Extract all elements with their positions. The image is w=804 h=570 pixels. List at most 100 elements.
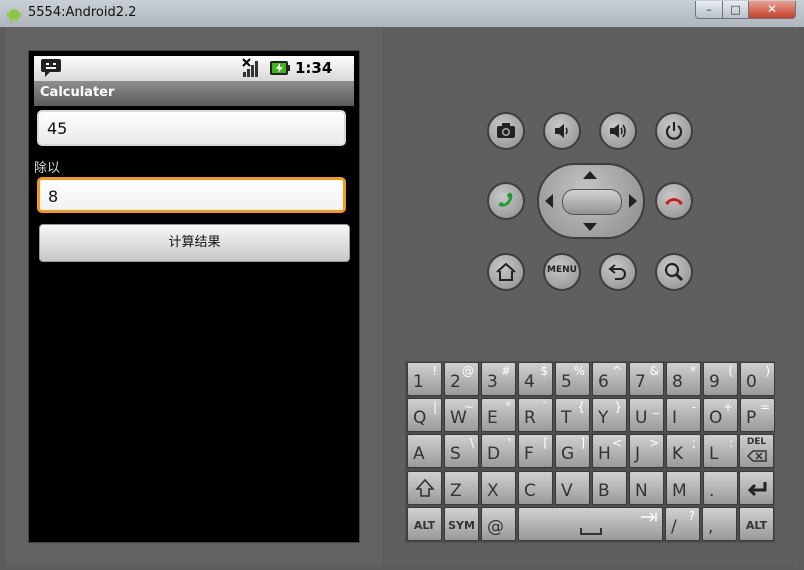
key-w[interactable]: W ~ — [444, 398, 479, 432]
key-alt-label: + — [722, 400, 733, 414]
key-label: 5 — [561, 372, 572, 392]
search-button[interactable] — [655, 253, 693, 291]
key-1[interactable]: 1! — [407, 362, 442, 396]
shift-key[interactable] — [407, 471, 442, 505]
maximize-button[interactable]: □ — [722, 1, 749, 19]
key-k[interactable]: K; — [666, 434, 701, 468]
end-call-button[interactable] — [655, 182, 693, 220]
key-label: T — [561, 408, 572, 428]
key-d[interactable]: D ' — [481, 434, 516, 468]
key-label: U — [635, 408, 648, 428]
key-8[interactable]: 8 * — [666, 362, 701, 396]
key-label: 2 — [450, 372, 461, 392]
app-title: Calculater — [40, 85, 115, 100]
dpad-center-button[interactable] — [562, 189, 622, 215]
key-p[interactable]: P = — [740, 398, 775, 432]
key-f[interactable]: F[ — [518, 434, 553, 468]
key-alt-label: { — [577, 400, 585, 414]
key-3[interactable]: 3 # — [481, 362, 516, 396]
key-2[interactable]: 2 @ — [444, 362, 479, 396]
key-z[interactable]: Z — [444, 471, 479, 505]
key-i[interactable]: I- — [666, 398, 701, 432]
key-label: R — [524, 408, 536, 428]
key-4[interactable]: 4 $ — [518, 362, 553, 396]
key-alt-label: & — [649, 364, 659, 378]
key-label: E — [487, 408, 498, 428]
key-e[interactable]: E " — [481, 398, 516, 432]
call-button[interactable] — [487, 182, 525, 220]
key-5[interactable]: 5% — [555, 362, 590, 396]
key-y[interactable]: Y} — [592, 398, 627, 432]
comma-key[interactable]: , — [702, 507, 737, 541]
key-c[interactable]: C — [518, 471, 553, 505]
key-9[interactable]: 9( — [703, 362, 738, 396]
key-label: 3 — [487, 372, 498, 392]
key-t[interactable]: T{ — [555, 398, 590, 432]
key-g[interactable]: G] — [555, 434, 590, 468]
key-l[interactable]: L: — [703, 434, 738, 468]
key-b[interactable]: B — [592, 471, 627, 505]
key-6[interactable]: 6 ^ — [592, 362, 627, 396]
key-v[interactable]: V — [555, 471, 590, 505]
key-0[interactable]: 0) — [740, 362, 775, 396]
key-n[interactable]: N — [629, 471, 664, 505]
first-number-field[interactable]: 45 — [37, 110, 346, 146]
key-r[interactable]: R ` — [518, 398, 553, 432]
volume-down-button[interactable] — [543, 112, 581, 150]
slash-key[interactable]: /? — [665, 507, 700, 541]
key-label: L — [709, 444, 719, 464]
power-button[interactable] — [655, 112, 693, 150]
shift-icon — [415, 478, 435, 497]
back-button[interactable] — [599, 253, 637, 291]
key-s[interactable]: S \ — [444, 434, 479, 468]
key-u[interactable]: U _ — [629, 398, 664, 432]
key-period[interactable]: . — [703, 471, 738, 505]
key-label: 4 — [524, 372, 535, 392]
key-q[interactable]: Q | — [407, 398, 442, 432]
camera-button[interactable] — [487, 112, 525, 150]
enter-key[interactable] — [739, 471, 774, 505]
key-x[interactable]: X — [481, 471, 516, 505]
key-alt-label: " — [505, 400, 511, 414]
android-icon — [7, 9, 21, 22]
key-label: Z — [450, 481, 462, 501]
key-label: B — [598, 481, 610, 501]
volume-up-icon — [610, 124, 626, 138]
at-key[interactable]: @ — [481, 507, 516, 541]
second-number-field[interactable]: 8 — [37, 177, 346, 213]
key-label: M — [672, 481, 687, 501]
key-alt-label: < — [611, 436, 622, 450]
camera-icon — [497, 123, 515, 138]
key-h[interactable]: H < — [592, 434, 627, 468]
volume-up-button[interactable] — [599, 112, 637, 150]
key-label: K — [672, 444, 684, 464]
dpad-down-icon[interactable] — [583, 223, 597, 231]
power-icon — [665, 122, 683, 140]
alt-left-key[interactable]: ALT — [407, 507, 442, 541]
key-o[interactable]: O + — [703, 398, 738, 432]
key-7[interactable]: 7 & — [629, 362, 664, 396]
key-m[interactable]: M — [666, 471, 701, 505]
key-j[interactable]: J > — [629, 434, 664, 468]
call-icon — [498, 192, 513, 207]
close-button[interactable]: ✕ — [748, 1, 796, 19]
close-icon: ✕ — [766, 2, 778, 16]
alt-right-key[interactable]: ALT — [739, 507, 774, 541]
dpad[interactable] — [537, 163, 645, 239]
delete-key[interactable]: DEL — [739, 434, 774, 468]
minimize-button[interactable]: – — [695, 1, 723, 19]
dpad-up-icon[interactable] — [583, 171, 597, 179]
key-label: F — [524, 444, 534, 464]
key-label: A — [413, 444, 425, 464]
space-key[interactable] — [518, 507, 663, 541]
dpad-right-icon[interactable] — [629, 194, 637, 208]
message-notification-icon — [41, 59, 61, 77]
key-a[interactable]: A — [407, 434, 442, 468]
menu-button[interactable]: MENU — [543, 253, 581, 291]
sym-key[interactable]: SYM — [444, 507, 479, 541]
calculate-button[interactable]: 计算结果 — [39, 224, 350, 262]
battery-charging-icon — [270, 61, 290, 75]
menu-button-label: MENU — [547, 265, 577, 275]
dpad-left-icon[interactable] — [545, 194, 553, 208]
home-button[interactable] — [487, 253, 525, 291]
